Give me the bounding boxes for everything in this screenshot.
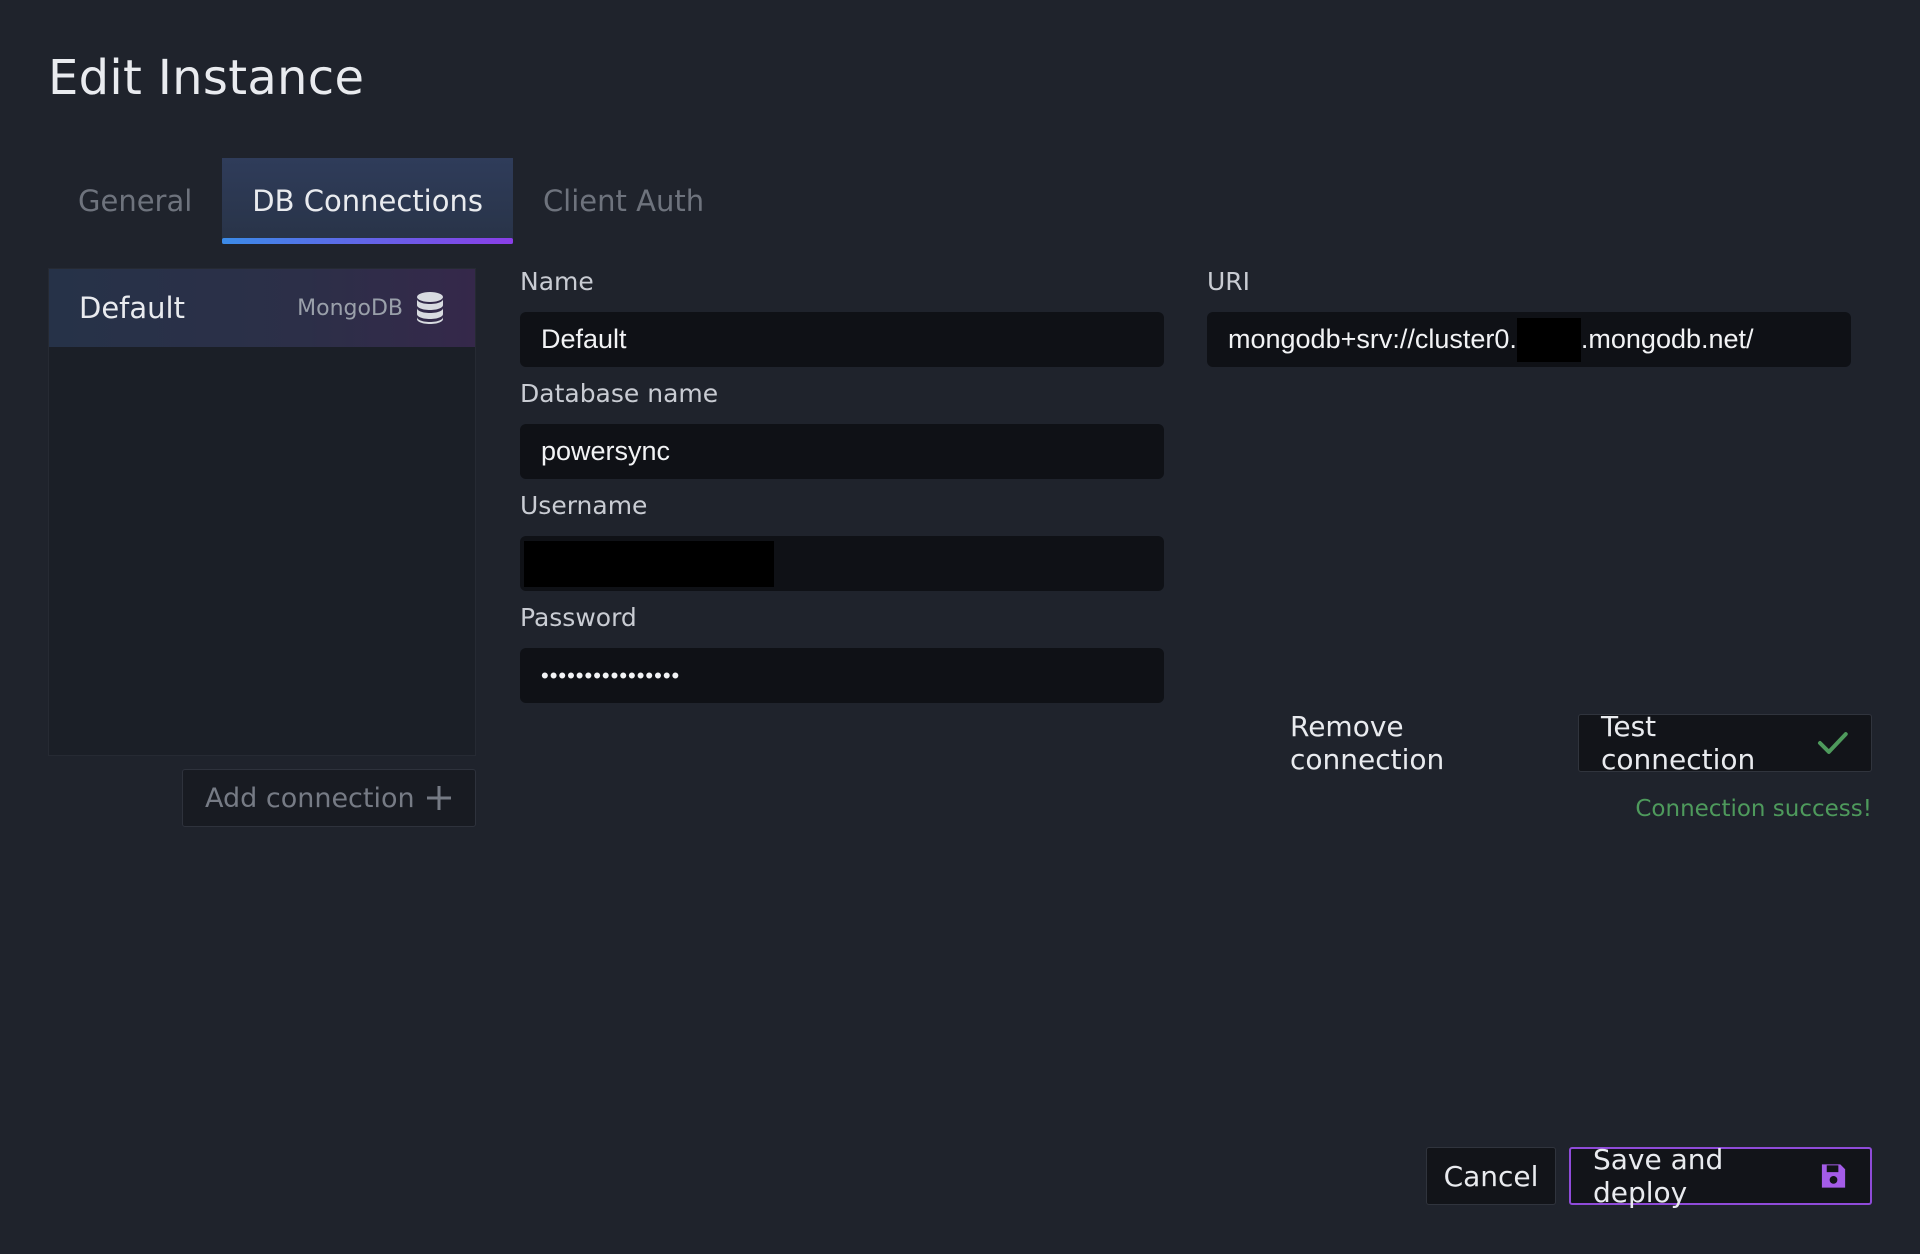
name-input[interactable]: Default (520, 312, 1164, 367)
connection-item-default[interactable]: Default MongoDB (49, 269, 475, 347)
connection-name: Default (79, 291, 185, 325)
connection-type: MongoDB (297, 295, 403, 321)
uri-redacted (1516, 317, 1581, 362)
database-icon (417, 292, 443, 324)
password-label: Password (520, 603, 637, 632)
check-icon (1818, 732, 1849, 754)
uri-label: URI (1207, 267, 1251, 296)
dialog-title: Edit Instance (48, 50, 365, 106)
connection-status: Connection success! (1635, 796, 1872, 822)
save-and-deploy-label: Save and deploy (1593, 1143, 1724, 1209)
password-input[interactable]: •••••••••••••••• (520, 648, 1164, 703)
name-label: Name (520, 267, 594, 296)
tab-bar: General DB Connections Client Auth (48, 158, 734, 244)
tab-client-auth[interactable]: Client Auth (513, 158, 734, 244)
edit-instance-dialog: Edit Instance General DB Connections Cli… (0, 0, 1920, 1254)
username-input[interactable] (520, 536, 1164, 591)
uri-prefix: mongodb+srv://cluster0. (1228, 324, 1517, 354)
test-connection-button[interactable]: Test connection (1578, 710, 1872, 776)
add-connection-label: Add connection (205, 782, 415, 814)
plus-icon (427, 786, 451, 810)
connection-meta: MongoDB (297, 291, 445, 325)
tab-general[interactable]: General (48, 158, 222, 244)
database-name-label: Database name (520, 379, 719, 408)
save-and-deploy-button[interactable]: Save and deploy (1569, 1143, 1872, 1209)
tab-db-connections[interactable]: DB Connections (222, 158, 513, 244)
uri-input[interactable]: mongodb+srv://cluster0. .mongodb.net/ (1207, 312, 1851, 367)
remove-connection-label: Remove connection (1290, 710, 1445, 776)
add-connection-button[interactable]: Add connection (182, 769, 476, 827)
username-label: Username (520, 491, 648, 520)
username-redacted (524, 540, 774, 587)
connection-list: Default MongoDB (48, 268, 476, 756)
uri-suffix: .mongodb.net/ (1580, 324, 1754, 354)
database-name-input[interactable]: powersync (520, 424, 1164, 479)
cancel-button[interactable]: Cancel (1426, 1147, 1556, 1205)
name-value: Default (541, 324, 627, 354)
password-value: •••••••••••••••• (541, 662, 681, 688)
cancel-label: Cancel (1443, 1159, 1539, 1193)
remove-connection-button[interactable]: Remove connection (1290, 710, 1560, 776)
database-name-value: powersync (541, 436, 671, 466)
test-connection-label: Test connection (1601, 710, 1756, 776)
floppy-disk-icon (1821, 1164, 1846, 1188)
